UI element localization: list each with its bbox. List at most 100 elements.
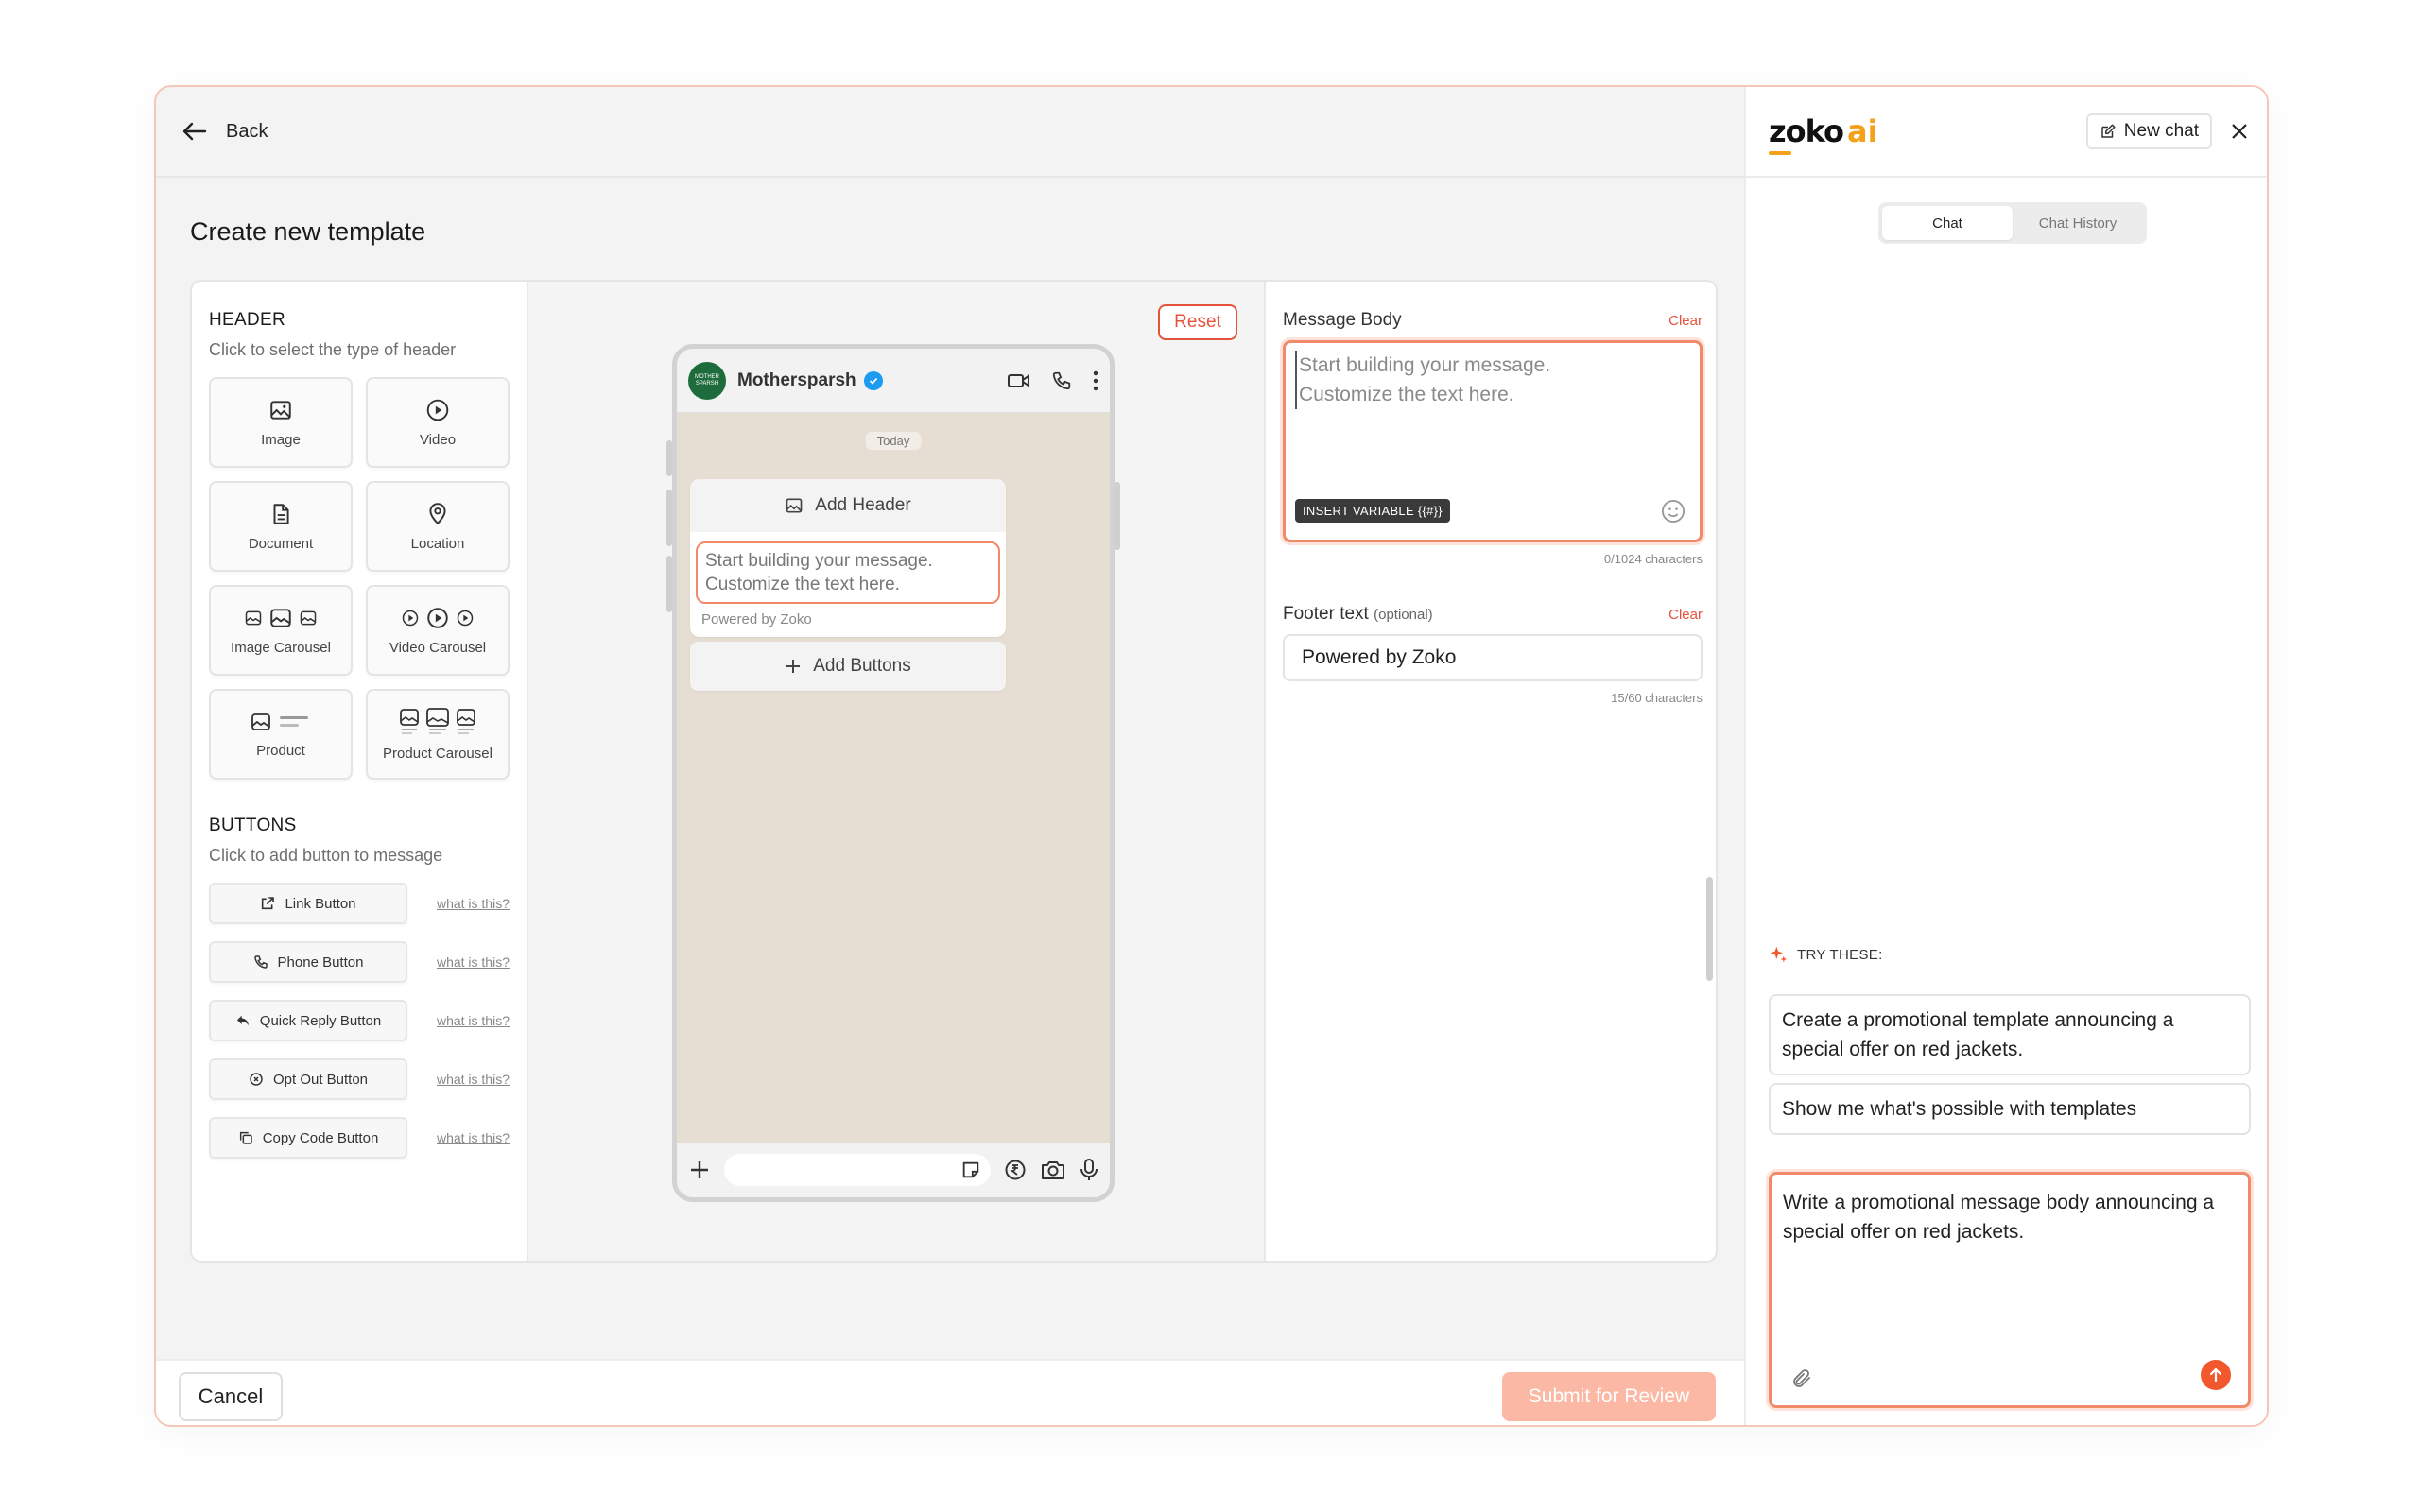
reset-button[interactable]: Reset: [1158, 304, 1237, 340]
camera-icon[interactable]: [1040, 1159, 1066, 1181]
message-body-input[interactable]: Start building your message. Customize t…: [1283, 340, 1703, 542]
circle-x-icon: [250, 1073, 263, 1086]
cancel-button[interactable]: Cancel: [179, 1372, 283, 1421]
close-icon[interactable]: [2231, 123, 2248, 140]
footer-text-input[interactable]: Powered by Zoko: [1283, 634, 1703, 681]
plus-icon: [786, 660, 801, 673]
phone-button-option[interactable]: Phone Button: [209, 941, 407, 983]
message-body-preview[interactable]: Start building your message. Customize t…: [696, 541, 1000, 604]
button-option-row: Opt Out Button what is this?: [209, 1058, 510, 1100]
video-call-icon[interactable]: [1008, 371, 1030, 390]
clear-body-button[interactable]: Clear: [1668, 313, 1703, 329]
chat-header-actions: [1008, 370, 1098, 391]
message-body-label: Message Body: [1283, 310, 1402, 330]
add-buttons-label: Add Buttons: [813, 656, 911, 676]
microphone-icon[interactable]: [1080, 1158, 1098, 1182]
button-option-row: Phone Button what is this?: [209, 941, 510, 983]
header-option-document[interactable]: Document: [209, 481, 353, 572]
header-options-grid: Image Video Document Location Image Caro…: [209, 377, 510, 780]
location-pin-icon: [429, 502, 446, 524]
ai-panel-header: zoko ai New chat: [1746, 87, 2267, 178]
template-card: HEADER Click to select the type of heade…: [190, 280, 1718, 1263]
back-label: Back: [226, 120, 268, 142]
header-option-video-carousel[interactable]: Video Carousel: [366, 585, 510, 676]
image-icon: [270, 400, 291, 420]
copy-icon: [239, 1131, 252, 1144]
what-is-this-link[interactable]: what is this?: [437, 896, 510, 911]
phone-preview: MOTHER SPARSH Mothersparsh Today Add Hea…: [672, 344, 1115, 1202]
try-these-heading: TRY THESE:: [1769, 945, 1883, 964]
logo-wordmark: zoko: [1769, 113, 1844, 149]
footer-label-row: Footer text (optional) Clear: [1283, 604, 1703, 625]
header-option-label: Location: [410, 535, 465, 552]
insert-variable-button[interactable]: INSERT VARIABLE {{#}}: [1295, 499, 1450, 523]
header-option-product-carousel[interactable]: Product Carousel: [366, 689, 510, 780]
video-icon: [426, 399, 449, 421]
bottom-action-bar: Cancel Submit for Review: [156, 1359, 1744, 1425]
plus-icon[interactable]: [688, 1159, 711, 1181]
add-buttons-button[interactable]: Add Buttons: [690, 642, 1006, 691]
button-option-label: Copy Code Button: [262, 1129, 379, 1146]
document-icon: [273, 503, 289, 524]
chat-input-bar: [677, 1143, 1110, 1197]
ai-chat-input[interactable]: Write a promotional message body announc…: [1769, 1172, 2251, 1408]
date-chip: Today: [865, 432, 922, 450]
template-builder-window: Back Create new template HEADER Click to…: [154, 85, 2269, 1427]
preview-panel: Reset MOTHER SPARSH Mothersparsh Today A…: [528, 282, 1264, 1261]
quick-reply-button-option[interactable]: Quick Reply Button: [209, 1000, 407, 1041]
button-option-row: Quick Reply Button what is this?: [209, 1000, 510, 1041]
tab-chat-history[interactable]: Chat History: [2013, 206, 2143, 240]
what-is-this-link[interactable]: what is this?: [437, 1072, 510, 1087]
what-is-this-link[interactable]: what is this?: [437, 1013, 510, 1028]
more-vertical-icon[interactable]: [1093, 370, 1098, 391]
footer-label: Footer text (optional): [1283, 604, 1433, 625]
template-editor-area: Back Create new template HEADER Click to…: [156, 87, 1744, 1425]
voice-call-icon[interactable]: [1051, 370, 1072, 391]
sticker-icon[interactable]: [960, 1160, 981, 1180]
footer-optional-note: (optional): [1374, 607, 1433, 623]
what-is-this-link[interactable]: what is this?: [437, 1130, 510, 1145]
send-button[interactable]: [2201, 1360, 2231, 1390]
chat-header: MOTHER SPARSH Mothersparsh: [677, 349, 1110, 413]
clear-footer-button[interactable]: Clear: [1668, 607, 1703, 623]
buttons-section-title: BUTTONS: [209, 816, 297, 835]
phone-power-button: [1115, 482, 1120, 550]
try-these-label: TRY THESE:: [1797, 946, 1883, 963]
header-option-label: Image: [261, 431, 301, 448]
verified-badge-icon: [863, 370, 883, 390]
button-option-label: Link Button: [285, 895, 356, 912]
footer-char-count: 15/60 characters: [1611, 691, 1703, 705]
what-is-this-link[interactable]: what is this?: [437, 954, 510, 970]
opt-out-button-option[interactable]: Opt Out Button: [209, 1058, 407, 1100]
suggestion-chip[interactable]: Show me what's possible with templates: [1769, 1083, 2251, 1135]
link-button-option[interactable]: Link Button: [209, 883, 407, 924]
header-option-image-carousel[interactable]: Image Carousel: [209, 585, 353, 676]
message-body-placeholder: Start building your message. Customize t…: [1295, 351, 1690, 409]
product-icon: [250, 711, 312, 733]
header-option-video[interactable]: Video: [366, 377, 510, 468]
product-carousel-icon: [399, 707, 476, 736]
header-option-label: Document: [248, 535, 314, 552]
body-char-count: 0/1024 characters: [1603, 552, 1703, 566]
copy-code-button-option[interactable]: Copy Code Button: [209, 1117, 407, 1159]
add-header-button[interactable]: Add Header: [690, 479, 1006, 532]
new-chat-button[interactable]: New chat: [2085, 113, 2212, 149]
button-option-row: Copy Code Button what is this?: [209, 1117, 510, 1159]
header-option-image[interactable]: Image: [209, 377, 353, 468]
paperclip-icon[interactable]: [1790, 1367, 1813, 1390]
header-option-label: Product Carousel: [383, 745, 493, 762]
logo-ai: ai: [1847, 113, 1878, 149]
header-option-product[interactable]: Product: [209, 689, 353, 780]
tab-chat[interactable]: Chat: [1882, 206, 2013, 240]
emoji-icon[interactable]: [1660, 498, 1686, 524]
avatar: MOTHER SPARSH: [688, 361, 726, 400]
rupee-payment-icon[interactable]: [1004, 1159, 1027, 1181]
back-button[interactable]: Back: [182, 121, 268, 143]
chat-text-input[interactable]: [724, 1154, 991, 1186]
page-title: Create new template: [190, 217, 426, 246]
scrollbar[interactable]: [1706, 877, 1713, 981]
suggestion-chip[interactable]: Create a promotional template announcing…: [1769, 994, 2251, 1075]
arrow-up-icon: [2209, 1367, 2222, 1383]
header-option-location[interactable]: Location: [366, 481, 510, 572]
submit-for-review-button[interactable]: Submit for Review: [1502, 1372, 1716, 1421]
